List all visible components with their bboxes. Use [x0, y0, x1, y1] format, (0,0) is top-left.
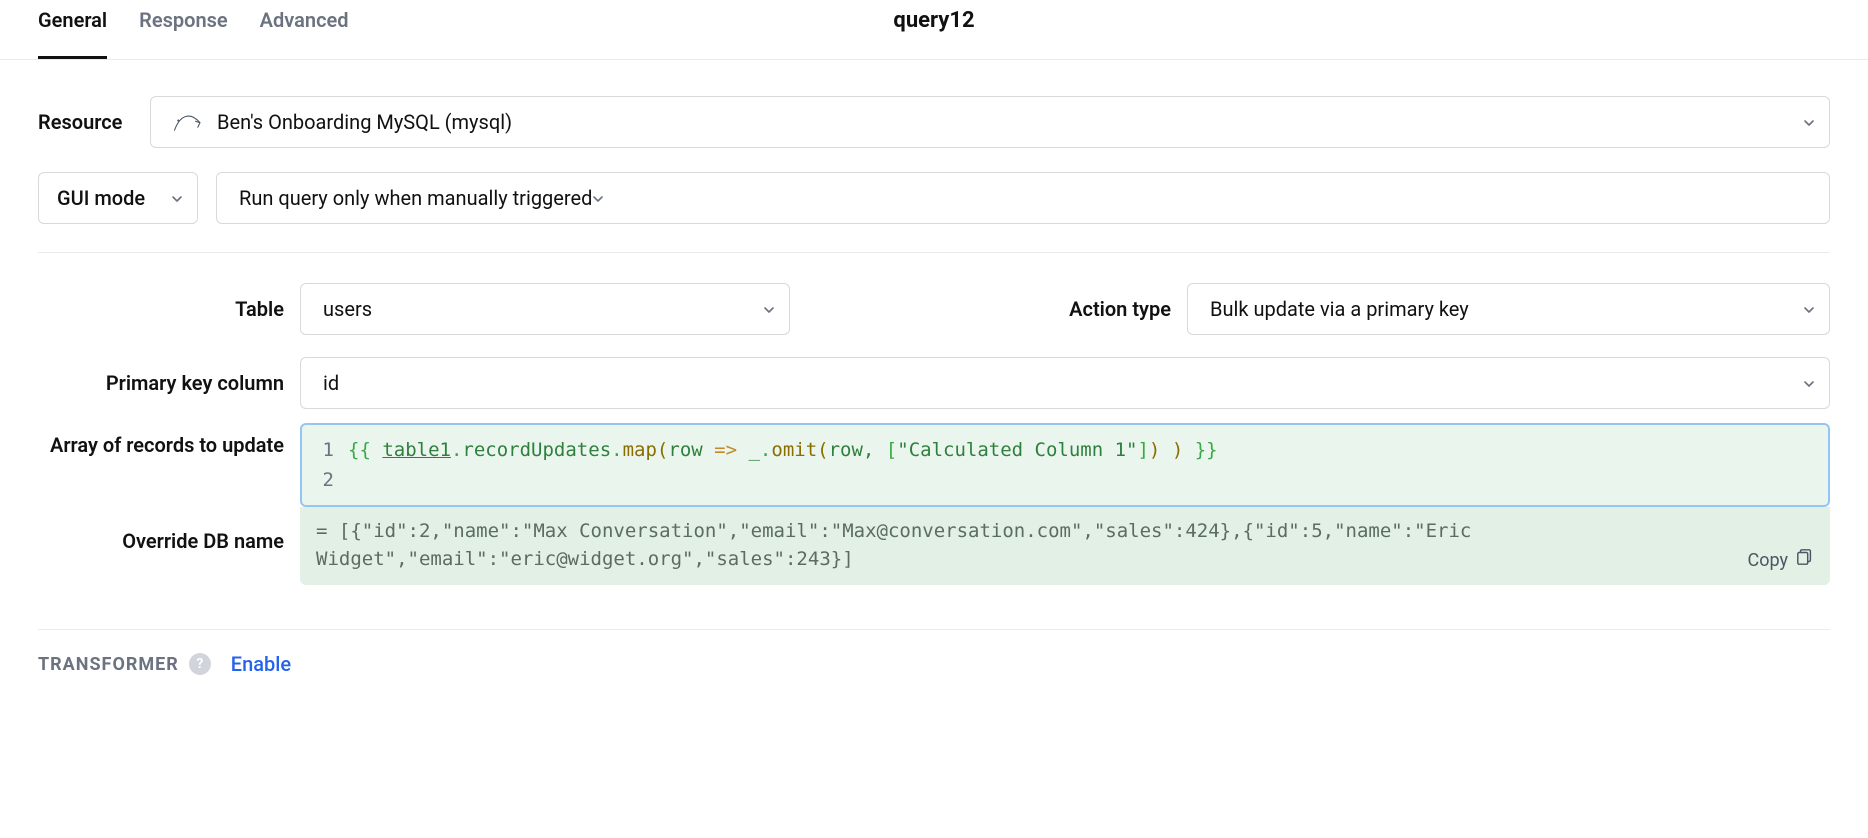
- code-line-1: {{ table1.recordUpdates.map(row => _.omi…: [348, 435, 1218, 465]
- copy-label: Copy: [1747, 547, 1788, 575]
- copy-icon: [1796, 547, 1814, 575]
- chevron-down-icon: [171, 186, 183, 210]
- chevron-down-icon: [763, 297, 775, 321]
- transformer-section: TRANSFORMER ? Enable: [38, 629, 1830, 676]
- resource-label: Resource: [38, 110, 150, 134]
- action-type-value: Bulk update via a primary key: [1210, 297, 1469, 321]
- line-number: 1: [312, 435, 348, 465]
- primary-key-label: Primary key column: [38, 371, 284, 395]
- trigger-mode-value: Run query only when manually triggered: [239, 186, 592, 210]
- action-type-label: Action type: [1021, 297, 1171, 321]
- mysql-icon: [173, 110, 203, 134]
- resource-select[interactable]: Ben's Onboarding MySQL (mysql): [150, 96, 1830, 148]
- enable-transformer-button[interactable]: Enable: [231, 652, 291, 676]
- resource-value: Ben's Onboarding MySQL (mysql): [217, 110, 512, 134]
- primary-key-value: id: [323, 371, 339, 395]
- override-db-label: Override DB name: [38, 529, 284, 553]
- line-number: 2: [312, 465, 348, 495]
- gui-mode-label: GUI mode: [57, 186, 145, 210]
- chevron-down-icon: [592, 186, 604, 210]
- array-records-label: Array of records to update: [38, 423, 284, 457]
- resource-row: Resource Ben's Onboarding MySQL (mysql): [38, 96, 1830, 148]
- eval-text: = [{"id":2,"name":"Max Conversation","em…: [316, 520, 1471, 570]
- primary-key-select[interactable]: id: [300, 357, 1830, 409]
- code-editor[interactable]: 1 {{ table1.recordUpdates.map(row => _.o…: [300, 423, 1830, 507]
- chevron-down-icon: [1803, 371, 1815, 395]
- chevron-down-icon: [1803, 110, 1815, 134]
- query-header: General Response Advanced query12: [0, 0, 1868, 60]
- transformer-label: TRANSFORMER: [38, 654, 179, 675]
- eval-result: = [{"id":2,"name":"Max Conversation","em…: [300, 507, 1830, 585]
- action-type-select[interactable]: Bulk update via a primary key: [1187, 283, 1830, 335]
- trigger-mode-select[interactable]: Run query only when manually triggered: [216, 172, 1830, 224]
- tab-advanced[interactable]: Advanced: [260, 8, 349, 59]
- divider: [38, 252, 1830, 253]
- copy-button[interactable]: Copy: [1747, 547, 1814, 575]
- table-select[interactable]: users: [300, 283, 790, 335]
- code-editor-wrap: 1 {{ table1.recordUpdates.map(row => _.o…: [300, 423, 1830, 585]
- tab-general[interactable]: General: [38, 8, 107, 59]
- tab-bar: General Response Advanced: [38, 8, 349, 59]
- table-value: users: [323, 297, 372, 321]
- chevron-down-icon: [1803, 297, 1815, 321]
- table-label: Table: [38, 297, 284, 321]
- mode-row: GUI mode Run query only when manually tr…: [38, 172, 1830, 224]
- help-icon[interactable]: ?: [189, 653, 211, 675]
- gui-mode-select[interactable]: GUI mode: [38, 172, 198, 224]
- tab-response[interactable]: Response: [139, 8, 228, 59]
